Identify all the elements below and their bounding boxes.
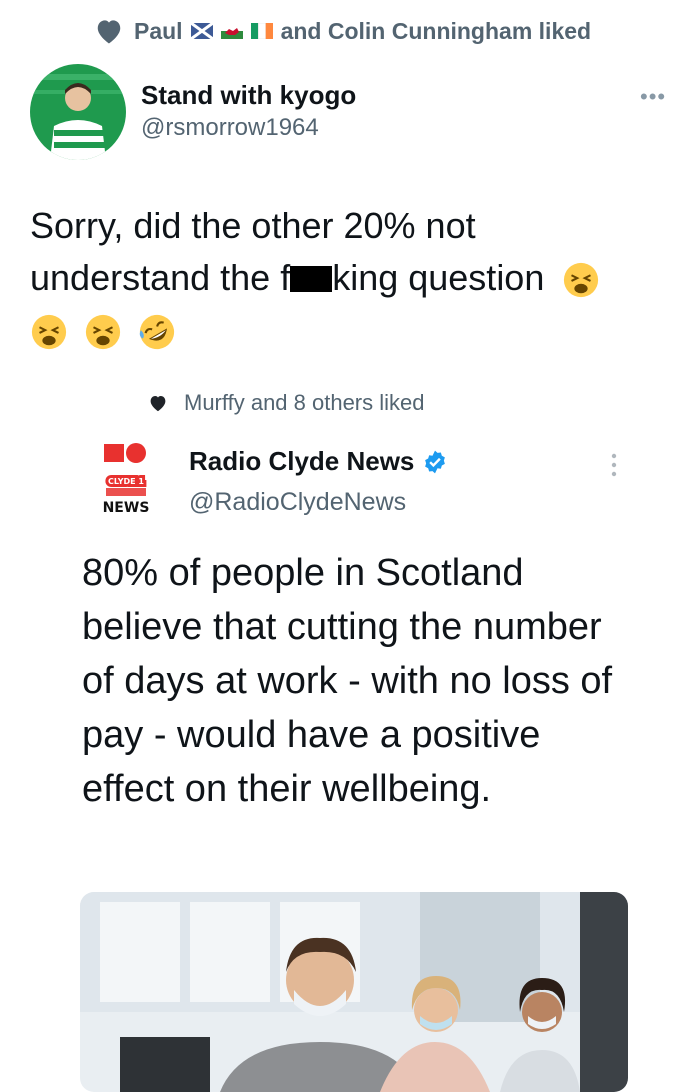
logo-top-text: CLYDE 1	[108, 477, 144, 486]
more-options-icon[interactable]: •••	[640, 84, 666, 110]
tweet-text-before-redaction: understand the f	[30, 257, 291, 298]
author-name-text: Radio Clyde News	[189, 446, 415, 476]
rofl-face-emoji	[139, 315, 175, 350]
tweet-text: Sorry, did the other 20% not understand …	[30, 200, 670, 356]
author-handle[interactable]: @rsmorrow1964	[141, 114, 319, 142]
svg-text:KYOGO FURUHASHI: KYOGO FURUHASHI	[54, 152, 102, 158]
author-name[interactable]: Radio Clyde News	[189, 446, 448, 477]
weary-face-emoji	[31, 315, 67, 350]
heart-icon	[150, 396, 166, 412]
activity-rest: and Colin Cunningham liked	[280, 17, 592, 44]
activity-context-top: Paul and Colin Cunningham liked	[94, 16, 591, 46]
ireland-flag-icon	[250, 23, 273, 39]
tweet-text-after-redaction: king question	[332, 257, 545, 298]
avatar-image: KYOGO FURUHASHI	[30, 64, 126, 160]
vertical-more-icon[interactable]	[606, 450, 622, 480]
wales-flag-icon	[220, 23, 243, 39]
author-name[interactable]: Stand with kyogo	[141, 80, 356, 111]
author-handle[interactable]: @RadioClydeNews	[189, 488, 406, 517]
heart-icon	[97, 20, 121, 44]
activity-context-inner: Murffy and 8 others liked	[148, 390, 425, 416]
verified-badge-icon	[425, 450, 446, 473]
radio-clyde-logo[interactable]: CLYDE 1 NEWS	[98, 440, 154, 516]
avatar[interactable]: KYOGO FURUHASHI	[30, 64, 126, 160]
tweet-photo[interactable]	[80, 892, 628, 1092]
activity-name[interactable]: Paul	[134, 18, 183, 45]
tweet-text: 80% of people in Scotland believe that c…	[82, 552, 613, 810]
scotland-flag-icon	[190, 23, 213, 39]
office-photo-image	[80, 892, 628, 1092]
activity-inner-text[interactable]: Murffy and 8 others liked	[184, 390, 425, 416]
logo-bottom-text: NEWS	[103, 500, 150, 516]
weary-face-emoji	[564, 263, 599, 298]
tweet-text-line1: Sorry, did the other 20% not	[30, 205, 476, 246]
redaction-bar	[290, 266, 333, 292]
weary-face-emoji	[85, 315, 121, 350]
